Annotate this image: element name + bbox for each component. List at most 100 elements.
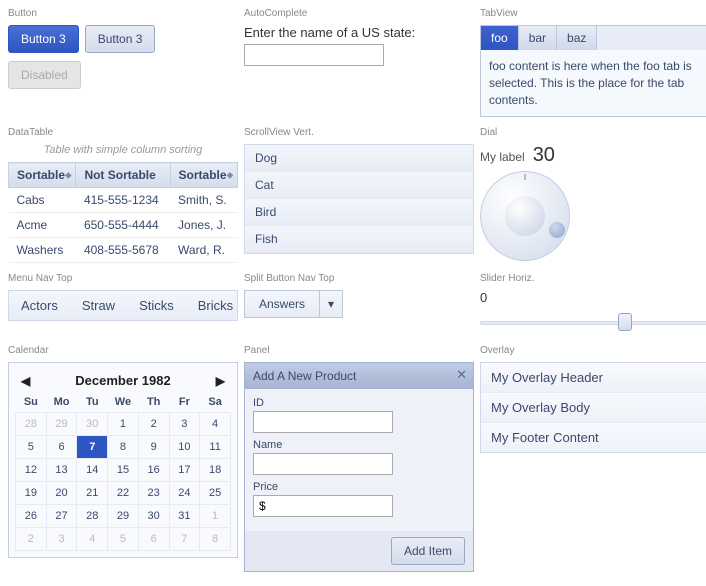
section-label-panel: Panel xyxy=(244,345,474,356)
calendar-day[interactable]: 26 xyxy=(16,505,47,528)
calendar-day[interactable]: 29 xyxy=(108,505,139,528)
add-item-button[interactable]: Add Item xyxy=(391,537,465,565)
datatable-header-1: Not Sortable xyxy=(76,163,170,188)
menu-item[interactable]: Straw xyxy=(70,291,127,320)
field-label-name: Name xyxy=(253,439,465,451)
list-item[interactable]: Dog xyxy=(245,145,473,172)
calendar-day[interactable]: 6 xyxy=(46,436,77,459)
section-label-scrollview: ScrollView Vert. xyxy=(244,127,474,138)
table-cell: Acme xyxy=(9,213,76,238)
calendar-day[interactable]: 30 xyxy=(138,505,169,528)
dial-center xyxy=(505,196,545,236)
calendar-day[interactable]: 30 xyxy=(77,413,108,436)
calendar-day[interactable]: 2 xyxy=(16,528,47,551)
calendar-day[interactable]: 7 xyxy=(169,528,200,551)
calendar-day[interactable]: 31 xyxy=(169,505,200,528)
calendar-day[interactable]: 1 xyxy=(108,413,139,436)
split-button-main[interactable]: Answers xyxy=(245,291,320,317)
calendar-day[interactable]: 28 xyxy=(16,413,47,436)
calendar-day[interactable]: 21 xyxy=(77,482,108,505)
dial-text-label: My label xyxy=(480,150,525,164)
slider-value: 0 xyxy=(480,290,706,305)
menu-item[interactable]: Actors xyxy=(9,291,70,320)
calendar-day[interactable]: 3 xyxy=(46,528,77,551)
menu-item[interactable]: Sticks xyxy=(127,291,186,320)
button-3-primary[interactable]: Button 3 xyxy=(8,25,79,53)
dial-widget[interactable] xyxy=(480,171,570,261)
dial-tick xyxy=(525,174,526,180)
dial-value: 30 xyxy=(533,144,555,167)
calendar-day[interactable]: 28 xyxy=(77,505,108,528)
calendar-day[interactable]: 14 xyxy=(77,459,108,482)
table-cell: Jones, J. xyxy=(170,213,237,238)
calendar-day[interactable]: 9 xyxy=(138,436,169,459)
calendar-day[interactable]: 10 xyxy=(169,436,200,459)
calendar-day[interactable]: 4 xyxy=(77,528,108,551)
calendar-prev[interactable]: ◀ xyxy=(21,374,30,388)
slider-widget[interactable] xyxy=(480,309,706,335)
autocomplete-prompt: Enter the name of a US state: xyxy=(244,25,474,40)
menu-item[interactable]: Bricks xyxy=(186,291,245,320)
calendar-day[interactable]: 18 xyxy=(200,459,231,482)
overlay-item[interactable]: My Overlay Header xyxy=(481,363,706,393)
calendar-day[interactable]: 6 xyxy=(138,528,169,551)
calendar-day[interactable]: 2 xyxy=(138,413,169,436)
calendar-next[interactable]: ▶ xyxy=(216,374,225,388)
close-icon[interactable]: ✕ xyxy=(456,367,467,383)
dial-handle[interactable] xyxy=(549,222,565,238)
calendar-day[interactable]: 22 xyxy=(108,482,139,505)
tab-foo[interactable]: foo xyxy=(481,26,519,50)
list-item[interactable]: Cat xyxy=(245,172,473,199)
calendar-day[interactable]: 12 xyxy=(16,459,47,482)
calendar-day[interactable]: 8 xyxy=(108,436,139,459)
calendar-day[interactable]: 23 xyxy=(138,482,169,505)
calendar-day[interactable]: 24 xyxy=(169,482,200,505)
calendar-day[interactable]: 3 xyxy=(169,413,200,436)
calendar-day[interactable]: 20 xyxy=(46,482,77,505)
autocomplete-input[interactable] xyxy=(244,44,384,66)
calendar-day[interactable]: 27 xyxy=(46,505,77,528)
split-button-dropdown[interactable]: ▾ xyxy=(320,291,342,317)
calendar-day[interactable]: 1 xyxy=(200,505,231,528)
list-item[interactable]: Bird xyxy=(245,199,473,226)
calendar-dow: Tu xyxy=(77,392,108,413)
calendar-day[interactable]: 13 xyxy=(46,459,77,482)
overlay-item[interactable]: My Overlay Body xyxy=(481,393,706,423)
datatable-header-0[interactable]: Sortable◆ xyxy=(9,163,76,188)
calendar-day[interactable]: 29 xyxy=(46,413,77,436)
calendar-day[interactable]: 16 xyxy=(138,459,169,482)
calendar-day[interactable]: 25 xyxy=(200,482,231,505)
sort-icon: ◆ xyxy=(65,171,71,180)
menu-nav: ActorsStrawSticksBricks xyxy=(8,290,238,321)
calendar-day[interactable]: 15 xyxy=(108,459,139,482)
panel: Add A New Product ✕ ID Name Price Add It… xyxy=(244,362,474,572)
name-input[interactable] xyxy=(253,453,393,475)
scrollview[interactable]: DogCatBirdFishSnake xyxy=(244,144,474,254)
calendar-day[interactable]: 11 xyxy=(200,436,231,459)
overlay-item[interactable]: My Footer Content xyxy=(481,423,706,452)
calendar-day[interactable]: 4 xyxy=(200,413,231,436)
disabled-button: Disabled xyxy=(8,61,81,89)
table-cell: Ward, R. xyxy=(170,238,237,263)
section-label-slider: Slider Horiz. xyxy=(480,273,706,284)
calendar-title: December 1982 xyxy=(75,373,170,388)
calendar-dow: Sa xyxy=(200,392,231,413)
button-3-secondary[interactable]: Button 3 xyxy=(85,25,156,53)
slider-thumb[interactable] xyxy=(618,313,632,331)
calendar-day[interactable]: 19 xyxy=(16,482,47,505)
section-label-overlay: Overlay xyxy=(480,345,706,356)
calendar-day[interactable]: 5 xyxy=(108,528,139,551)
tab-bar[interactable]: bar xyxy=(519,26,557,50)
calendar-day[interactable]: 5 xyxy=(16,436,47,459)
tab-baz[interactable]: baz xyxy=(557,26,597,50)
list-item[interactable]: Fish xyxy=(245,226,473,253)
list-item[interactable]: Snake xyxy=(245,253,473,254)
calendar-dow: We xyxy=(108,392,139,413)
datatable-header-2[interactable]: Sortable◆ xyxy=(170,163,237,188)
price-input[interactable] xyxy=(253,495,393,517)
calendar-day[interactable]: 7 xyxy=(77,436,108,459)
id-input[interactable] xyxy=(253,411,393,433)
calendar-day[interactable]: 8 xyxy=(200,528,231,551)
slider-track xyxy=(480,321,706,325)
calendar-day[interactable]: 17 xyxy=(169,459,200,482)
